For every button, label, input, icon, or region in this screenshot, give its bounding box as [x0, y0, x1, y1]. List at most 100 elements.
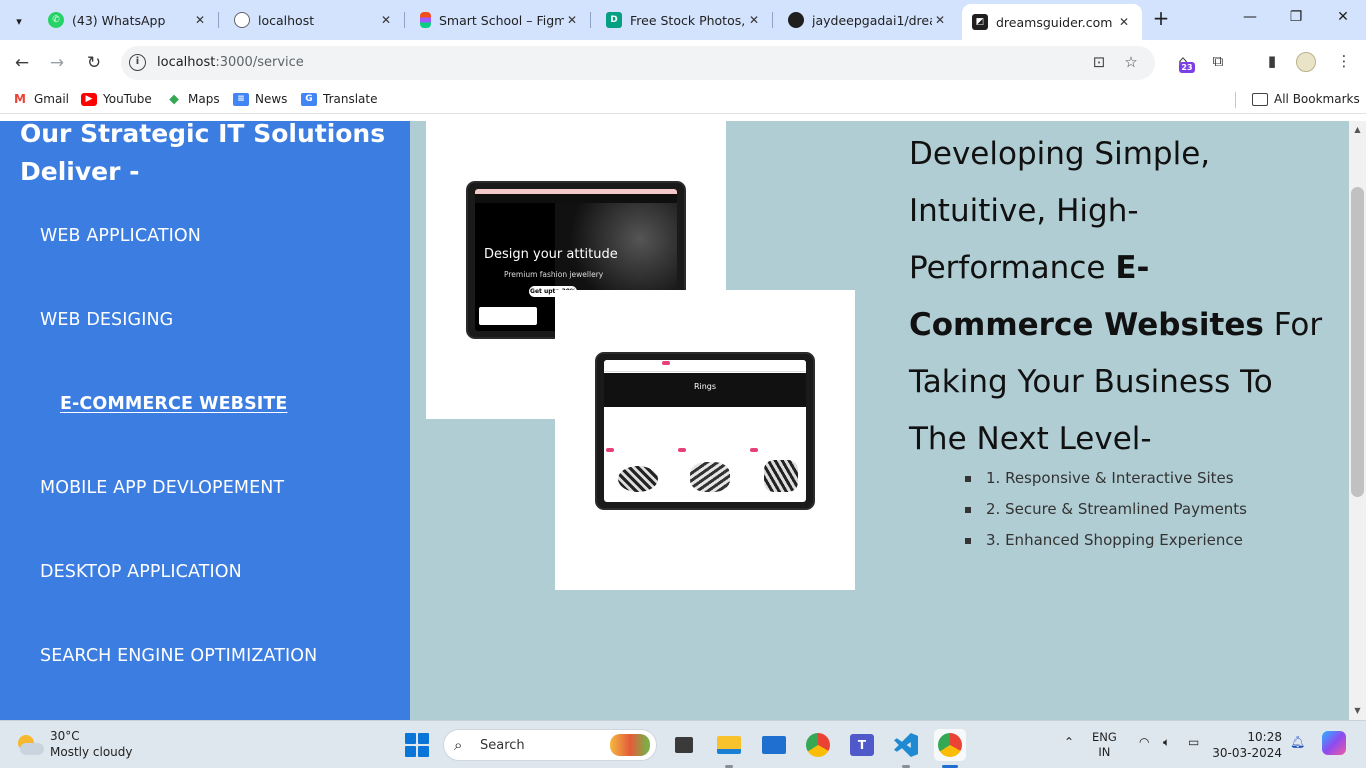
tab-github[interactable]: jaydeepgadai1/dream ✕ — [778, 6, 958, 34]
restore-icon[interactable]: ❐ — [1286, 9, 1306, 29]
install-app-icon[interactable]: ⊡ — [1089, 53, 1109, 73]
task-view-icon[interactable] — [668, 729, 700, 761]
window-close-icon[interactable]: ✕ — [1333, 9, 1353, 29]
extension-badge: 23 — [1179, 62, 1195, 73]
tray-overflow-icon[interactable]: ⌃ — [1064, 735, 1074, 749]
tab-title: dreamsguider.com — [996, 14, 1113, 30]
maps-icon: ⬥ — [169, 91, 179, 107]
tab-title: Free Stock Photos, Ro — [630, 12, 746, 28]
bookmark-translate[interactable]: G Translate — [301, 92, 378, 106]
tablet-frame: Rings — [595, 352, 815, 510]
tab-localhost[interactable]: localhost ✕ — [224, 6, 405, 34]
close-icon[interactable]: ✕ — [1116, 15, 1132, 29]
all-bookmarks-button[interactable]: All Bookmarks — [1252, 92, 1360, 106]
tab-title: Smart School – Figma — [439, 12, 564, 28]
page-viewport: Our Strategic IT Solutions Deliver - WEB… — [0, 121, 1366, 720]
weather-temperature[interactable]: 30°C — [50, 729, 80, 743]
tab-title: (43) WhatsApp — [72, 12, 166, 28]
pexels-icon: D — [606, 12, 622, 28]
ring-product-image — [618, 466, 658, 492]
list-item: 3. Enhanced Shopping Experience — [965, 531, 1247, 562]
tab-strip: ▾ ✆ (43) WhatsApp ✕ localhost ✕ Smart Sc… — [0, 0, 1366, 40]
scroll-up-arrow[interactable]: ▲ — [1352, 125, 1363, 134]
list-item: 1. Responsive & Interactive Sites — [965, 469, 1247, 500]
scrollbar-thumb[interactable] — [1351, 187, 1364, 497]
profile-avatar[interactable] — [1296, 52, 1316, 72]
minimize-icon[interactable]: — — [1240, 9, 1260, 29]
figma-icon — [420, 12, 431, 28]
sidebar-heading: Our Strategic IT Solutions Deliver - — [20, 121, 386, 186]
list-item: 2. Secure & Streamlined Payments — [965, 500, 1247, 531]
tab-title: localhost — [258, 12, 315, 28]
service-web-application[interactable]: WEB APPLICATION — [40, 226, 201, 246]
service-web-designing[interactable]: WEB DESIGING — [40, 310, 173, 330]
back-icon[interactable]: ← — [11, 52, 33, 74]
ring-product-image — [764, 460, 798, 492]
ring-product-image — [690, 462, 730, 492]
vscode-icon[interactable] — [890, 729, 922, 761]
ecommerce-mockup-2: Rings — [555, 290, 855, 590]
file-explorer-icon[interactable] — [713, 729, 745, 761]
feature-list: 1. Responsive & Interactive Sites 2. Sec… — [965, 469, 1247, 562]
extensions-puzzle-icon[interactable]: ⧉ — [1207, 52, 1229, 74]
globe-icon — [234, 12, 250, 28]
new-tab-button[interactable]: + — [1150, 8, 1172, 30]
service-mobile-app-development[interactable]: MOBILE APP DEVLOPEMENT — [40, 478, 284, 498]
mockup-hero-title: Design your attitude — [484, 247, 618, 262]
close-icon[interactable]: ✕ — [378, 13, 394, 27]
notification-bell-icon[interactable]: 🔔︎ — [1290, 735, 1305, 749]
close-icon[interactable]: ✕ — [192, 13, 208, 27]
bookmark-star-icon[interactable]: ☆ — [1121, 53, 1141, 73]
tab-dreamsguider[interactable]: ◩ dreamsguider.com ✕ — [962, 4, 1142, 40]
mockup-banner-title: Rings — [693, 382, 717, 391]
close-icon[interactable]: ✕ — [746, 13, 762, 27]
tab-whatsapp[interactable]: ✆ (43) WhatsApp ✕ — [38, 6, 219, 34]
taskbar-search-label: Search — [480, 738, 525, 753]
mockup-hero-subtitle: Premium fashion jewellery — [504, 270, 604, 279]
youtube-icon: ▶ — [81, 92, 97, 106]
service-desktop-application[interactable]: DESKTOP APPLICATION — [40, 562, 242, 582]
chrome-icon[interactable] — [802, 729, 834, 761]
bookmark-maps[interactable]: ⬥ Maps — [166, 91, 219, 107]
taskbar-search[interactable]: ⌕ Search — [443, 729, 657, 761]
taskbar-clock[interactable]: 10:28 30-03-2024 — [1210, 729, 1282, 761]
battery-icon[interactable]: ▭ — [1188, 735, 1199, 749]
weather-cloud-icon[interactable] — [16, 731, 44, 759]
whatsapp-icon: ✆ — [48, 12, 64, 28]
site-info-icon[interactable]: i — [129, 54, 146, 71]
translate-icon: G — [301, 92, 317, 106]
bookmark-gmail[interactable]: M Gmail — [12, 92, 69, 106]
service-ecommerce-website[interactable]: E-COMMERCE WEBSITE — [60, 394, 288, 414]
wifi-icon[interactable]: ◠ — [1139, 735, 1149, 749]
mockup-screen: Rings — [604, 360, 806, 502]
search-icon: ⌕ — [454, 736, 463, 754]
forward-icon[interactable]: → — [46, 52, 68, 74]
close-icon[interactable]: ✕ — [564, 13, 580, 27]
windows-taskbar: 30°C Mostly cloudy ⌕ Search T ⌃ ENG IN ◠… — [0, 720, 1366, 768]
tab-figma[interactable]: Smart School – Figma ✕ — [410, 6, 591, 34]
weather-description[interactable]: Mostly cloudy — [50, 745, 133, 759]
teams-icon[interactable]: T — [846, 729, 878, 761]
menu-kebab-icon[interactable]: ⋮ — [1333, 52, 1355, 74]
close-icon[interactable]: ✕ — [932, 13, 948, 27]
url-text[interactable]: localhost:3000/service — [157, 55, 304, 70]
start-button[interactable] — [405, 733, 429, 757]
volume-icon[interactable]: 🔈︎ — [1163, 735, 1170, 750]
mail-icon[interactable] — [758, 729, 790, 761]
address-bar[interactable]: i localhost:3000/service ⊡ ☆ — [121, 46, 1155, 80]
tab-search-button[interactable]: ▾ — [6, 8, 32, 34]
copilot-icon[interactable] — [1322, 731, 1346, 755]
browser-toolbar: ← → ↻ i localhost:3000/service ⊡ ☆ ⌂ ⧉ ▮… — [0, 40, 1366, 86]
tab-pexels[interactable]: D Free Stock Photos, Ro ✕ — [596, 6, 773, 34]
chrome-active-icon[interactable] — [934, 729, 966, 761]
service-seo[interactable]: SEARCH ENGINE OPTIMIZATION — [40, 646, 317, 666]
bookmark-news[interactable]: ≡ News — [233, 92, 287, 106]
language-indicator[interactable]: ENG IN — [1092, 730, 1117, 760]
news-icon: ≡ — [233, 92, 249, 106]
bookmark-youtube[interactable]: ▶ YouTube — [81, 92, 152, 106]
gmail-icon: M — [14, 92, 26, 106]
side-panel-icon[interactable]: ▮ — [1261, 52, 1283, 74]
service-headline: Developing Simple, Intuitive, High-Perfo… — [909, 136, 1323, 457]
scroll-down-arrow[interactable]: ▼ — [1352, 706, 1363, 715]
reload-icon[interactable]: ↻ — [83, 52, 105, 74]
